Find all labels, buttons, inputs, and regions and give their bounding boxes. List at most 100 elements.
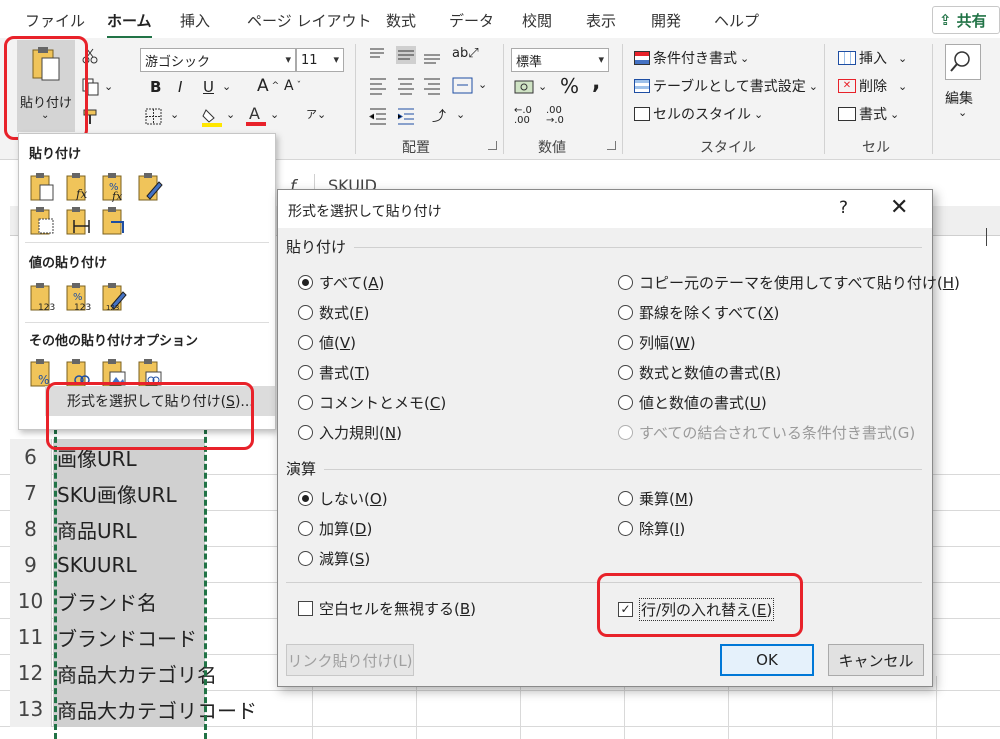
vertical-align-icons[interactable] bbox=[368, 46, 448, 66]
edit-label[interactable]: 編集 bbox=[945, 88, 973, 108]
insert-cells-button[interactable]: 挿入 ⌄ bbox=[838, 48, 907, 68]
tab-file[interactable]: ファイル bbox=[25, 10, 85, 31]
radio-paste-validation[interactable]: 入力規則(N) bbox=[298, 422, 402, 443]
number-launcher-icon[interactable] bbox=[607, 141, 616, 150]
paste-button[interactable]: 貼り付け ⌄ bbox=[17, 40, 75, 132]
font-name-select[interactable]: 游ゴシック ▾ bbox=[140, 48, 296, 72]
row-number[interactable]: 13 bbox=[10, 691, 52, 727]
tab-review[interactable]: 校閲 bbox=[522, 10, 552, 31]
radio-paste-formats[interactable]: 書式(T) bbox=[298, 362, 370, 383]
tab-home[interactable]: ホーム bbox=[107, 10, 152, 39]
paste-no-borders-icon[interactable] bbox=[29, 206, 55, 236]
radio-operation-subtract[interactable]: 減算(S) bbox=[298, 548, 370, 569]
cell-a[interactable]: ブランドコード bbox=[53, 619, 205, 655]
chevron-down-icon[interactable]: ⌄ bbox=[270, 108, 279, 121]
help-icon[interactable]: ? bbox=[839, 198, 848, 218]
cell-a[interactable]: 画像URL bbox=[53, 439, 205, 475]
delete-cells-button[interactable]: ✕ 削除 ⌄ bbox=[838, 76, 907, 96]
paste-formulas-number-format-icon[interactable]: % fx bbox=[101, 172, 127, 203]
cell-a[interactable]: 商品URL bbox=[53, 511, 205, 547]
number-format-select[interactable]: 標準 ▾ bbox=[511, 48, 609, 72]
cell-a[interactable]: 商品大カテゴリ名 bbox=[53, 655, 217, 691]
tab-developer[interactable]: 開発 bbox=[651, 10, 681, 31]
radio-paste-all[interactable]: すべて(A) bbox=[298, 272, 384, 293]
cut-icon[interactable] bbox=[82, 48, 98, 64]
tab-formulas[interactable]: 数式 bbox=[386, 10, 416, 31]
shrink-font-button[interactable]: Aˇ bbox=[284, 78, 301, 94]
increase-decimal-icon[interactable]: ←.0.00 bbox=[514, 106, 532, 126]
row-number[interactable]: 6 bbox=[10, 439, 52, 475]
tab-data[interactable]: データ bbox=[449, 10, 494, 31]
search-button[interactable] bbox=[945, 44, 981, 80]
tab-page-layout[interactable]: ページ レイアウト bbox=[247, 10, 371, 31]
radio-operation-add[interactable]: 加算(D) bbox=[298, 518, 372, 539]
percent-button[interactable]: % bbox=[560, 74, 579, 98]
phonetic-icon[interactable]: ア⌄ bbox=[306, 106, 326, 122]
paste-transpose-icon[interactable] bbox=[101, 206, 127, 236]
radio-operation-multiply[interactable]: 乗算(M) bbox=[618, 488, 694, 509]
wrap-text-icon[interactable]: ⤴ bbox=[432, 106, 446, 126]
row-number[interactable]: 7 bbox=[10, 475, 52, 511]
font-color-icon[interactable]: A bbox=[246, 104, 266, 128]
paste-picture-icon[interactable] bbox=[101, 358, 127, 388]
paste-keep-column-widths-icon[interactable] bbox=[65, 206, 91, 236]
close-icon[interactable]: ✕ bbox=[890, 195, 908, 220]
radio-operation-none[interactable]: しない(O) bbox=[298, 488, 388, 509]
chevron-down-icon[interactable]: ⌄ bbox=[456, 108, 465, 121]
italic-button[interactable]: I bbox=[178, 78, 182, 96]
row-number[interactable]: 12 bbox=[10, 655, 52, 691]
radio-paste-formulas-number-formats[interactable]: 数式と数値の書式(R) bbox=[618, 362, 781, 383]
ok-button[interactable]: OK bbox=[720, 644, 814, 676]
radio-paste-column-widths[interactable]: 列幅(W) bbox=[618, 332, 696, 353]
cell-a[interactable]: ブランド名 bbox=[53, 583, 205, 619]
tab-insert[interactable]: 挿入 bbox=[180, 10, 210, 31]
format-cells-button[interactable]: 書式 ⌄ bbox=[838, 104, 899, 124]
chevron-down-icon[interactable]: ⌄ bbox=[226, 108, 235, 121]
alignment-launcher-icon[interactable] bbox=[488, 141, 497, 150]
radio-paste-values[interactable]: 値(V) bbox=[298, 332, 356, 353]
paste-formulas-icon[interactable]: fx bbox=[65, 172, 91, 202]
bold-button[interactable]: B bbox=[150, 78, 161, 96]
indent-icons[interactable] bbox=[368, 106, 424, 126]
tab-view[interactable]: 表示 bbox=[586, 10, 616, 31]
radio-paste-all-source-theme[interactable]: コピー元のテーマを使用してすべて貼り付け(H) bbox=[618, 272, 960, 293]
merge-center-icon[interactable] bbox=[452, 76, 474, 96]
cell-a[interactable]: 商品大カテゴリコード bbox=[53, 691, 257, 727]
paste-values-source-format-icon[interactable]: 123 bbox=[101, 282, 127, 312]
radio-paste-comments[interactable]: コメントとメモ(C) bbox=[298, 392, 446, 413]
fill-color-icon[interactable] bbox=[202, 106, 222, 128]
horizontal-align-icons[interactable] bbox=[368, 76, 448, 96]
cell-styles-button[interactable]: セルのスタイル ⌄ bbox=[634, 104, 763, 124]
paste-values-icon[interactable]: 123 bbox=[29, 282, 55, 313]
decrease-decimal-icon[interactable]: .00 →.0 bbox=[546, 106, 564, 126]
paste-special-menu-item[interactable]: 形式を選択して貼り付け(S)... bbox=[45, 386, 275, 416]
chevron-down-icon[interactable]: ⌄ bbox=[170, 108, 179, 121]
accounting-format-icon[interactable] bbox=[514, 78, 536, 96]
share-button[interactable]: ⇪ 共有 bbox=[932, 6, 1000, 34]
cell-a[interactable]: SKUURL bbox=[53, 547, 205, 583]
copy-icon[interactable] bbox=[82, 78, 100, 96]
format-painter-icon[interactable] bbox=[82, 108, 100, 126]
cell-a[interactable]: SKU画像URL bbox=[53, 475, 205, 511]
orientation-icon[interactable]: ab⤢ bbox=[452, 46, 479, 61]
chevron-down-icon[interactable]: ⌄ bbox=[958, 106, 967, 119]
row-number[interactable]: 11 bbox=[10, 619, 52, 655]
radio-paste-values-number-formats[interactable]: 値と数値の書式(U) bbox=[618, 392, 767, 413]
cancel-button[interactable]: キャンセル bbox=[828, 644, 924, 676]
paste-link-icon[interactable] bbox=[65, 358, 91, 388]
row-number[interactable]: 8 bbox=[10, 511, 52, 547]
font-size-select[interactable]: 11 ▾ bbox=[296, 48, 344, 72]
paste-linked-picture-icon[interactable] bbox=[137, 358, 163, 388]
radio-operation-divide[interactable]: 除算(I) bbox=[618, 518, 685, 539]
chevron-down-icon[interactable]: ⌄ bbox=[478, 78, 487, 91]
tab-help[interactable]: ヘルプ bbox=[714, 10, 759, 31]
paste-keep-source-format-icon[interactable] bbox=[137, 172, 163, 202]
radio-paste-all-except-borders[interactable]: 罫線を除くすべて(X) bbox=[618, 302, 779, 323]
chevron-down-icon[interactable]: ⌄ bbox=[222, 80, 231, 93]
conditional-format-button[interactable]: 条件付き書式 ⌄ bbox=[634, 48, 749, 68]
border-icon[interactable] bbox=[145, 108, 163, 126]
chevron-down-icon[interactable]: ⌄ bbox=[104, 80, 113, 93]
checkbox-transpose[interactable]: ✓ 行/列の入れ替え(E) bbox=[618, 598, 775, 621]
paste-formatting-icon[interactable]: % bbox=[29, 358, 55, 388]
row-number[interactable]: 10 bbox=[10, 583, 52, 619]
